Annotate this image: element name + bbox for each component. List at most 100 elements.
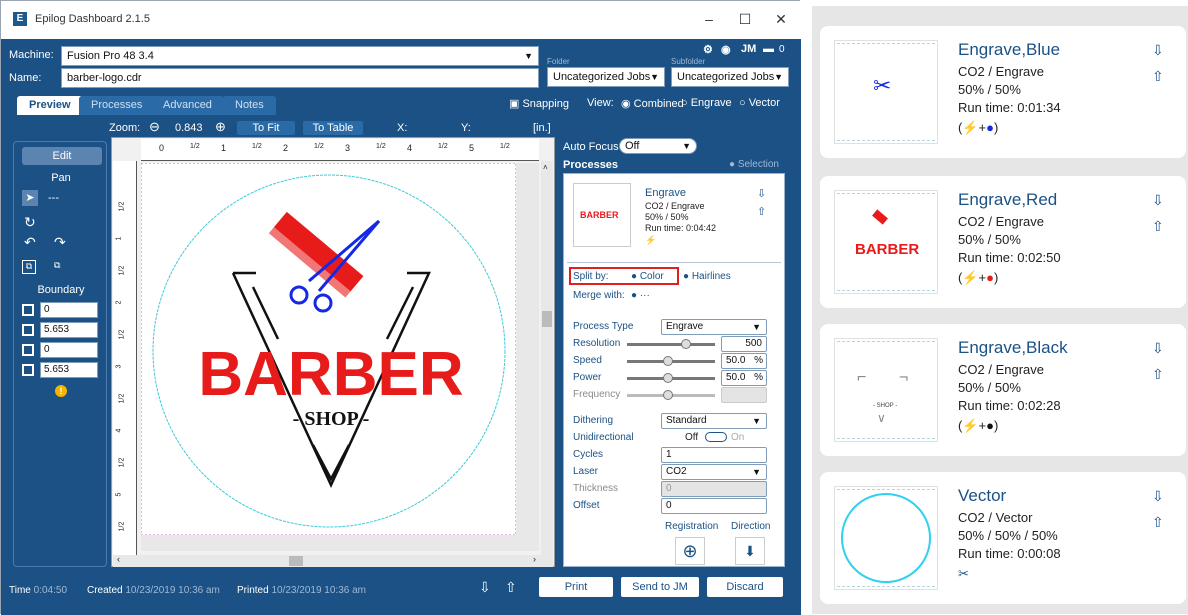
- process-card-engrave-blue[interactable]: ✂ Engrave,Blue CO2 / Engrave 50% / 50% R…: [820, 26, 1186, 158]
- import-icon[interactable]: ⇩: [1152, 192, 1164, 209]
- offset-label: Offset: [573, 500, 600, 511]
- print-button[interactable]: Print: [539, 577, 613, 597]
- boundary-top-input[interactable]: 0: [40, 342, 98, 358]
- job-artboard[interactable]: BARBER - SHOP -: [140, 162, 539, 551]
- export-icon[interactable]: ⇧: [505, 579, 517, 596]
- boundary-height-input[interactable]: 5.653: [40, 362, 98, 378]
- ruler-left-tick: 5: [115, 492, 123, 497]
- resolution-input[interactable]: 500: [721, 336, 767, 352]
- to-fit-button[interactable]: To Fit: [237, 121, 295, 135]
- power-knob[interactable]: [663, 373, 673, 383]
- status-bar: Time 0:04:50 Created 10/23/2019 10:36 am…: [1, 567, 801, 615]
- boundary-left-input[interactable]: 0: [40, 302, 98, 318]
- maximize-button[interactable]: ☐: [727, 9, 763, 29]
- rotate-icon[interactable]: ↻: [24, 214, 36, 231]
- registration-button[interactable]: ⊕: [675, 537, 705, 565]
- merge-with-add[interactable]: ● ···: [631, 290, 650, 301]
- unidirectional-off-label: Off: [685, 432, 699, 443]
- speed-input[interactable]: 50.0 %: [721, 353, 767, 369]
- process-card-vector[interactable]: Vector CO2 / Vector 50% / 50% / 50% Run …: [820, 472, 1186, 604]
- resolution-knob[interactable]: [681, 339, 691, 349]
- autofocus-select[interactable]: Off ▼: [619, 138, 697, 154]
- import-icon[interactable]: ⇩: [1152, 42, 1164, 59]
- export-icon[interactable]: ⇧: [1152, 366, 1164, 383]
- ruler-top-tick: 1/2: [438, 143, 448, 150]
- export-icon[interactable]: ⇧: [1152, 514, 1164, 531]
- ruler-left-tick: 1/2: [118, 521, 126, 532]
- folder-select[interactable]: Uncategorized Jobs ▼: [547, 67, 665, 87]
- globe-icon[interactable]: ◉: [721, 43, 731, 56]
- color-dot-blue: ●: [986, 120, 994, 135]
- hscroll-thumb[interactable]: [289, 556, 303, 566]
- import-icon[interactable]: ⇩: [479, 579, 491, 596]
- scroll-left-icon[interactable]: ‹: [117, 554, 120, 564]
- process-type-select[interactable]: Engrave ▼: [661, 319, 767, 335]
- tab-advanced[interactable]: Advanced: [151, 96, 224, 115]
- machine-select[interactable]: Fusion Pro 48 3.4 ▼: [61, 46, 539, 66]
- scroll-right-icon[interactable]: ›: [533, 554, 536, 564]
- minimize-button[interactable]: –: [691, 9, 727, 29]
- split-hairlines-option[interactable]: ● Hairlines: [683, 271, 731, 282]
- subfolder-select[interactable]: Uncategorized Jobs ▼: [671, 67, 789, 87]
- import-icon[interactable]: ⇩: [757, 187, 766, 200]
- dithering-select[interactable]: Standard ▼: [661, 413, 767, 429]
- power-input[interactable]: 50.0 %: [721, 370, 767, 386]
- direction-button[interactable]: ⬇: [735, 537, 765, 565]
- view-vector-radio[interactable]: ○ Vector: [739, 97, 780, 109]
- cycles-input[interactable]: 1: [661, 447, 767, 463]
- triangle-bottom-thumb: ∨: [877, 411, 886, 425]
- frequency-label: Frequency: [573, 389, 621, 400]
- horizontal-scrollbar[interactable]: ‹ ›: [113, 554, 553, 567]
- zoom-in-icon[interactable]: ⊕: [215, 119, 226, 135]
- scroll-up-icon[interactable]: ˄: [543, 163, 548, 172]
- send-to-jm-button[interactable]: Send to JM: [621, 577, 699, 597]
- snapping-checkbox[interactable]: ▣ Snapping: [509, 97, 569, 110]
- created-label: Created: [87, 585, 123, 596]
- zoom-value: 0.843: [175, 122, 203, 134]
- ruler-top-tick: 1/2: [252, 143, 262, 150]
- laser-select[interactable]: CO2 ▼: [661, 464, 767, 480]
- to-table-button[interactable]: To Table: [303, 121, 363, 135]
- export-icon[interactable]: ⇧: [757, 205, 766, 218]
- split-color-label: Color: [639, 271, 664, 282]
- close-button[interactable]: ✕: [763, 9, 799, 29]
- zoom-out-icon[interactable]: ⊖: [149, 119, 160, 135]
- boundary-width-input[interactable]: 5.653: [40, 322, 98, 338]
- process-card-engrave-black[interactable]: ⌐ ¬ - SHOP - ∨ Engrave,Black CO2 / Engra…: [820, 324, 1186, 456]
- import-icon[interactable]: ⇩: [1152, 340, 1164, 357]
- created-status: Created 10/23/2019 10:36 am: [87, 585, 220, 596]
- tab-preview[interactable]: Preview: [17, 96, 83, 115]
- process-card-engrave-red[interactable]: BARBER Engrave,Red CO2 / Engrave 50% / 5…: [820, 176, 1186, 308]
- edit-button[interactable]: Edit: [22, 147, 102, 165]
- redo-icon[interactable]: ↷: [54, 234, 66, 251]
- group-icon[interactable]: ⧉: [22, 260, 36, 274]
- export-icon[interactable]: ⇧: [1152, 68, 1164, 85]
- tab-notes[interactable]: Notes: [223, 96, 276, 115]
- unidirectional-toggle[interactable]: [705, 432, 727, 442]
- ungroup-icon[interactable]: ⧉: [54, 260, 60, 271]
- card-pct: 50% / 50%: [958, 232, 1021, 247]
- view-engrave-radio[interactable]: ○ Engrave: [681, 97, 732, 109]
- resolution-slider[interactable]: [627, 343, 715, 346]
- tab-processes[interactable]: Processes: [79, 96, 155, 115]
- selection-toggle[interactable]: ● Selection: [729, 159, 779, 170]
- process-card[interactable]: BARBER Engrave CO2 / Engrave 50% / 50% R…: [567, 177, 781, 263]
- card-runtime: Run time: 0:00:08: [958, 546, 1061, 561]
- card-title: Engrave,Blue: [958, 40, 1061, 59]
- split-color-option[interactable]: ● Color: [631, 271, 664, 282]
- discard-button[interactable]: Discard: [707, 577, 783, 597]
- vertical-scrollbar[interactable]: ˄: [541, 161, 553, 555]
- scissors-icon: ✂: [873, 73, 892, 98]
- pointer-icon[interactable]: ➤: [22, 190, 38, 206]
- export-icon[interactable]: ⇧: [1152, 218, 1164, 235]
- jm-icon[interactable]: JM: [741, 43, 756, 55]
- name-input[interactable]: barber-logo.cdr: [61, 68, 539, 88]
- printer-icon[interactable]: ▬: [763, 43, 774, 55]
- gear-icon[interactable]: ⚙: [703, 43, 713, 56]
- vscroll-thumb[interactable]: [542, 311, 552, 327]
- offset-input[interactable]: 0: [661, 498, 767, 514]
- speed-knob[interactable]: [663, 356, 673, 366]
- view-combined-radio[interactable]: ◉ Combined: [621, 97, 684, 110]
- import-icon[interactable]: ⇩: [1152, 488, 1164, 505]
- undo-icon[interactable]: ↶: [24, 234, 36, 251]
